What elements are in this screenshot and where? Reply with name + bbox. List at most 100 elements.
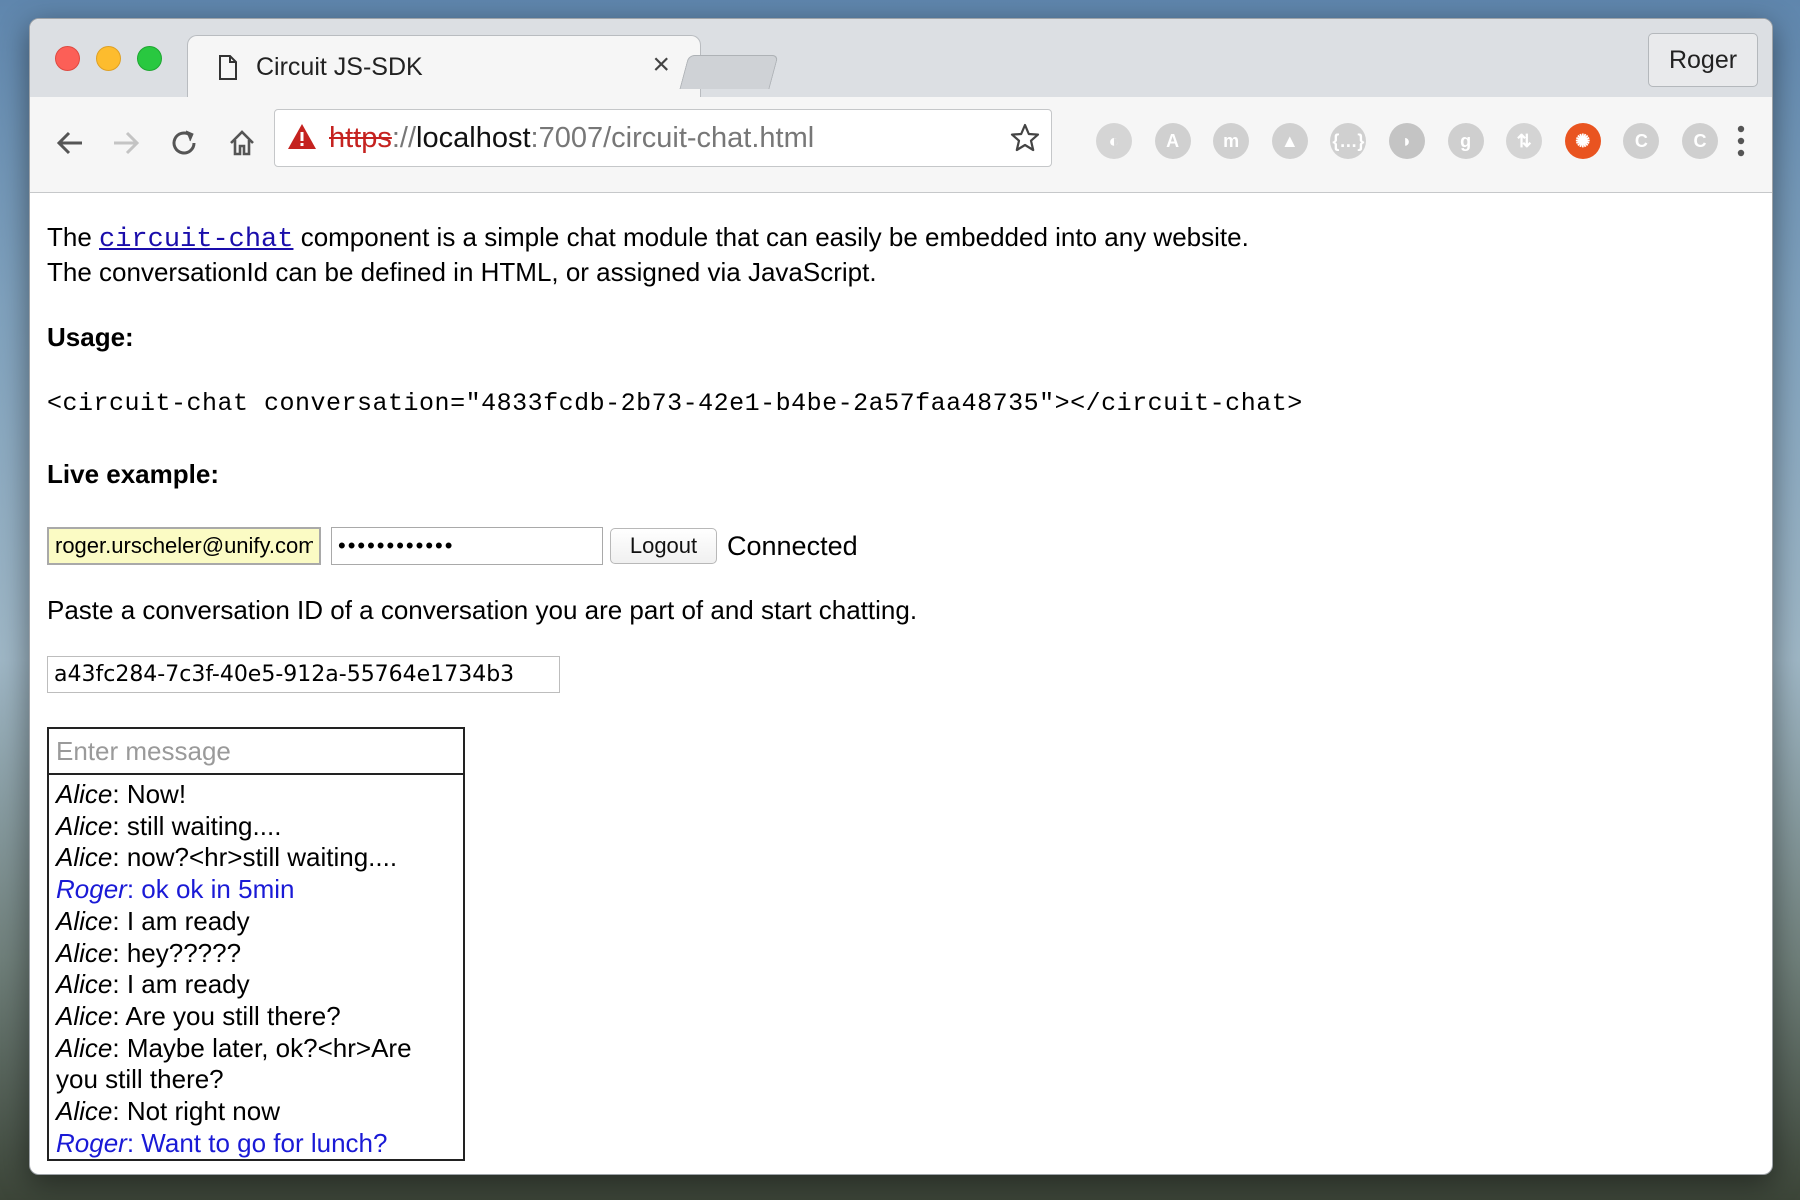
chat-message: Roger: ok ok in 5min: [56, 874, 456, 906]
tab-circuit-js-sdk[interactable]: Circuit JS-SDK ×: [187, 35, 701, 101]
email-field[interactable]: [47, 527, 321, 565]
url-host: localhost: [416, 122, 531, 154]
message-separator: :: [112, 905, 127, 936]
intro-prefix: The: [47, 222, 100, 252]
message-text: Are you still there?: [125, 1000, 341, 1031]
close-window-button[interactable]: [55, 46, 80, 71]
address-bar[interactable]: https://localhost:7007/circuit-chat.html: [274, 109, 1052, 167]
message-text: I am ready: [126, 905, 250, 936]
message-sender: Alice: [56, 905, 113, 936]
message-separator: :: [112, 1032, 127, 1063]
logout-button[interactable]: Logout: [610, 528, 717, 564]
document-icon: [219, 55, 237, 80]
message-separator: :: [112, 969, 127, 1000]
ubuntu-extension-icon[interactable]: ✺: [1564, 123, 1601, 159]
circuit-chat-link[interactable]: circuit-chat: [99, 225, 293, 255]
page-content: The circuit-chat component is a simple c…: [30, 193, 1772, 1174]
extension-1-icon[interactable]: ◐: [1096, 123, 1132, 159]
chat-message: Alice: Now!: [56, 779, 456, 811]
forward-button[interactable]: [104, 121, 148, 165]
usage-heading: Usage:: [47, 322, 134, 352]
live-example-heading: Live example:: [47, 459, 219, 489]
message-text: Want to go for lunch?: [141, 1127, 388, 1158]
profile-button[interactable]: Roger: [1648, 33, 1758, 87]
message-separator: :: [112, 779, 127, 809]
chat-message: Alice: Maybe later, ok?<hr>Are you still…: [56, 1033, 456, 1096]
chat-message: Alice: still waiting....: [56, 811, 456, 843]
c-extension-2-icon[interactable]: C: [1682, 123, 1718, 159]
message-text: still waiting....: [126, 810, 282, 841]
message-list[interactable]: Alice: Now! Alice: still waiting.... Alice…: [49, 775, 463, 1163]
message-sender: Roger: [56, 1127, 127, 1158]
message-sender: Alice: [56, 1032, 113, 1063]
chat-message: Roger: Want to go for lunch?: [56, 1128, 456, 1160]
message-sender: Alice: [56, 937, 113, 968]
message-text: I am ready: [126, 969, 250, 1000]
message-text: Now!: [126, 779, 187, 809]
extension-8-icon[interactable]: ⇅: [1506, 123, 1543, 159]
chat-message: Alice: I am ready: [56, 969, 456, 1001]
title-bar: Circuit JS-SDK × Roger: [30, 19, 1772, 101]
message-text: Not right now: [126, 1096, 280, 1127]
minimize-window-button[interactable]: [96, 46, 121, 71]
message-input[interactable]: [49, 729, 463, 775]
drive-extension-icon[interactable]: ▲: [1271, 123, 1308, 159]
conversation-id-field[interactable]: [47, 656, 560, 693]
message-sender: Alice: [56, 810, 113, 841]
url-separator: ://: [391, 122, 417, 154]
message-text: ok ok in 5min: [141, 874, 295, 905]
message-sender: Alice: [56, 1000, 113, 1031]
conversation-hint: Paste a conversation ID of a conversatio…: [47, 595, 918, 625]
message-sender: Alice: [56, 842, 113, 873]
url-scheme: https: [329, 122, 392, 154]
url-text[interactable]: https://localhost:7007/circuit-chat.html: [329, 122, 814, 155]
message-sender: Alice: [56, 969, 113, 1000]
more-options-icon[interactable]: [1736, 123, 1746, 159]
browser-window: Circuit JS-SDK × Roger https://localhost…: [29, 18, 1773, 1175]
message-sender: Alice: [56, 1096, 113, 1127]
back-arrow-icon: [56, 131, 82, 155]
not-secure-warning-icon[interactable]: [287, 122, 317, 152]
forward-arrow-icon: [114, 131, 140, 155]
chat-message: Alice: Not right now: [56, 1096, 456, 1128]
chat-message: Alice: hey?????: [56, 938, 456, 970]
back-button[interactable]: [48, 121, 92, 165]
message-separator: :: [112, 1096, 127, 1127]
google-extension-icon[interactable]: g: [1447, 123, 1484, 159]
message-text: now?<hr>still waiting....: [126, 842, 398, 873]
message-separator: :: [126, 1127, 142, 1158]
circuit-chat-widget: Alice: Now!Alice: still waiting....Alice…: [47, 727, 465, 1161]
message-separator: :: [112, 1000, 126, 1031]
connection-status: Connected: [727, 531, 858, 561]
new-tab-button[interactable]: [679, 55, 779, 89]
extension-6-icon[interactable]: ◗: [1389, 123, 1425, 159]
bookmark-star-icon[interactable]: [1009, 122, 1041, 154]
m-extension-icon[interactable]: m: [1213, 123, 1250, 159]
url-path: :7007/circuit-chat.html: [530, 122, 815, 154]
angular-extension-icon[interactable]: A: [1154, 123, 1191, 159]
intro-line-2: The conversationId can be defined in HTM…: [47, 257, 877, 287]
chat-message: Alice: now?<hr>still waiting....: [56, 842, 456, 874]
intro-paragraph: The circuit-chat component is a simple c…: [47, 221, 1249, 288]
json-extension-icon[interactable]: {…}: [1330, 123, 1367, 159]
home-icon: [230, 130, 254, 156]
c-extension-1-icon[interactable]: C: [1623, 123, 1660, 159]
message-separator: :: [126, 874, 142, 905]
chat-message: Alice: I am ready: [56, 906, 456, 938]
browser-toolbar: https://localhost:7007/circuit-chat.html…: [30, 97, 1772, 193]
zoom-window-button[interactable]: [137, 46, 162, 71]
message-separator: :: [112, 937, 127, 968]
password-field[interactable]: [331, 527, 603, 565]
tab-close-icon[interactable]: ×: [652, 48, 670, 81]
reload-icon: [172, 130, 196, 155]
message-sender: Roger: [56, 874, 127, 905]
intro-suffix: component is a simple chat module that c…: [293, 222, 1249, 252]
message-separator: :: [112, 810, 127, 841]
chat-message: Alice: Are you still there?: [56, 1001, 456, 1033]
tab-title: Circuit JS-SDK: [256, 53, 423, 81]
home-button[interactable]: [220, 121, 264, 165]
usage-code: <circuit-chat conversation="4833fcdb-2b7…: [47, 389, 1303, 418]
reload-button[interactable]: [162, 121, 206, 165]
message-sender: Alice: [56, 779, 113, 809]
message-text: hey?????: [126, 937, 242, 968]
